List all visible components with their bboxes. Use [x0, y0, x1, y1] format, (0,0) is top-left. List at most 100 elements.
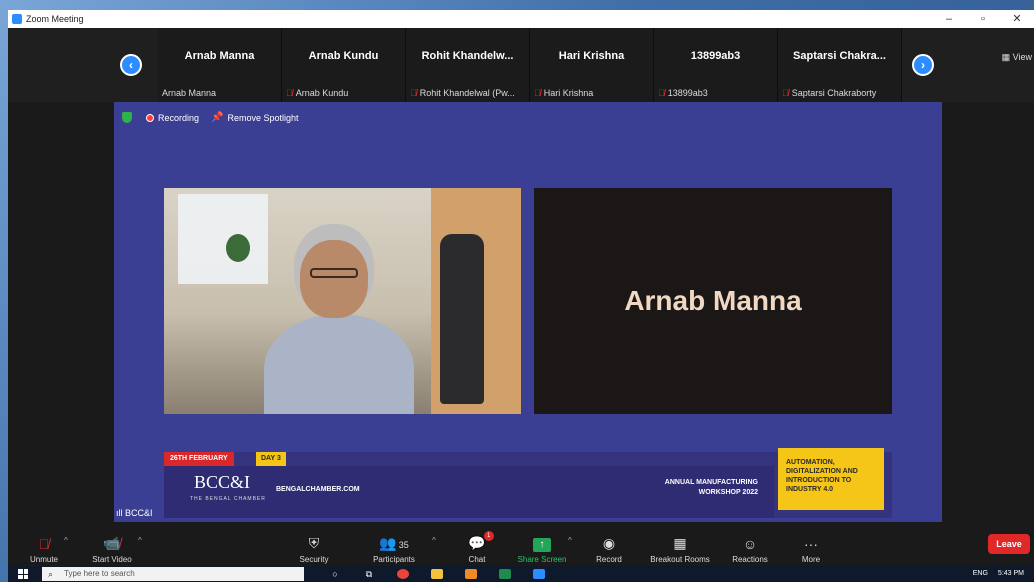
stage-status-bar: Recording 📌 Remove Spotlight [122, 112, 299, 123]
windows-taskbar: ⌕ Type here to search ○ ⧉ ENG 5:43 PM [8, 566, 1034, 582]
taskbar-search-input[interactable]: ⌕ Type here to search [42, 567, 304, 581]
maximize-button[interactable]: ▫ [966, 10, 1000, 28]
excel-icon[interactable] [488, 567, 522, 581]
security-shield-icon[interactable] [122, 112, 132, 123]
clock[interactable]: 5:43 PM [998, 566, 1024, 582]
chat-label: Chat [468, 555, 486, 564]
thumbnail-label: Arnab Manna [162, 88, 277, 98]
participant-strip: ‹ Arnab Manna Arnab Manna Arnab Kundu 🎙̸… [8, 28, 1034, 102]
participants-icon: 👥 35 [379, 535, 409, 551]
audio-options-chevron-icon[interactable]: ^ [64, 536, 68, 545]
participant-thumbnail[interactable]: Saptarsi Chakra... 🎙̸ Saptarsi Chakrabort… [778, 28, 902, 102]
participant-thumbnail[interactable]: Arnab Kundu 🎙̸ Arnab Kundu [282, 28, 406, 102]
pin-icon: 📌 [211, 112, 224, 123]
room-window [178, 194, 268, 284]
thumbnail-name: Saptarsi Chakra... [793, 50, 886, 62]
thumbnail-name: Rohit Khandelw... [421, 50, 514, 62]
thumbnail-label: 🎙̸ Arnab Kundu [286, 88, 401, 98]
glasses [310, 268, 358, 278]
file-explorer-icon[interactable] [420, 567, 454, 581]
share-screen-label: Share Screen [517, 555, 567, 564]
participant-thumbnail[interactable]: 13899ab3 🎙̸ 13899ab3 [654, 28, 778, 102]
start-video-label: Start Video [92, 555, 132, 564]
thumbnail-label: 🎙̸ Rohit Khandelwal (Pw... [410, 88, 525, 98]
participant-thumbnail[interactable]: Rohit Khandelw... 🎙̸ Rohit Khandelwal (Pw… [406, 28, 530, 102]
mic-muted-icon: 🎙̸ [658, 88, 665, 98]
mic-muted-icon: 🎙̸ [410, 88, 417, 98]
view-button[interactable]: ▦ View [1002, 52, 1032, 63]
prev-page-arrow-icon[interactable]: ‹ [120, 54, 142, 76]
unmute-button[interactable]: 🎙̸ Unmute [22, 526, 66, 566]
reactions-icon: ☺ [742, 536, 758, 552]
more-label: More [801, 555, 821, 564]
hanging-coat [440, 234, 484, 404]
thumbnail-label-text: Rohit Khandelwal (Pw... [419, 88, 515, 98]
thumbnail-label-text: Arnab Manna [162, 88, 217, 98]
share-screen-button[interactable]: ↑ Share Screen [514, 526, 570, 566]
thumbnail-label-text: Saptarsi Chakraborty [791, 88, 877, 98]
reactions-label: Reactions [732, 555, 768, 564]
thumbnail-name: 13899ab3 [690, 50, 741, 62]
recording-label[interactable]: Recording [158, 113, 199, 123]
banner-body: BCC&I THE BENGAL CHAMBER BENGALCHAMBER.C… [164, 466, 774, 518]
signal-text: BCC&I [125, 508, 153, 518]
cortana-icon[interactable]: ○ [318, 567, 352, 581]
speaker-video-tile[interactable] [164, 188, 521, 414]
system-tray: ENG 5:43 PM [973, 566, 1024, 582]
chat-badge: 1 [483, 531, 494, 541]
share-options-chevron-icon[interactable]: ^ [568, 536, 572, 545]
participants-button[interactable]: 👥 35 Participants [366, 526, 422, 566]
video-off-icon: 📹̸ [103, 535, 121, 551]
record-label: Record [596, 555, 622, 564]
shield-icon: ⛨ [308, 535, 320, 551]
reactions-button[interactable]: ☺ Reactions [728, 526, 772, 566]
breakout-rooms-icon: ▦ [673, 535, 687, 551]
zoom-window: Zoom Meeting – ▫ ✕ ‹ Arnab Manna Arnab M… [8, 10, 1034, 582]
chat-icon: 💬 1 [468, 531, 494, 552]
start-video-button[interactable]: 📹̸ Start Video [88, 526, 136, 566]
windows-start-icon[interactable] [18, 569, 28, 579]
language-indicator[interactable]: ENG [973, 566, 988, 582]
meeting-toolbar: 🎙̸ Unmute ^ 📹̸ Start Video ^ ⛨ Security … [8, 526, 1034, 566]
chrome-icon[interactable] [386, 567, 420, 581]
person-head [300, 240, 368, 318]
speaker-name-tile[interactable]: Arnab Manna [534, 188, 892, 414]
thumbnail-name: Arnab Kundu [308, 50, 379, 62]
more-button[interactable]: ··· More [796, 526, 826, 566]
taskbar-apps: ○ ⧉ [318, 567, 556, 581]
share-screen-icon: ↑ [533, 538, 551, 552]
zoom-taskbar-icon[interactable] [522, 567, 556, 581]
thumbnail-label: 🎙̸ 13899ab3 [658, 88, 773, 98]
video-options-chevron-icon[interactable]: ^ [138, 536, 142, 545]
workshop-label: ANNUAL MANUFACTURING WORKSHOP 2022 [628, 478, 758, 498]
search-placeholder: Type here to search [64, 569, 135, 578]
security-button[interactable]: ⛨ Security [294, 526, 334, 566]
outlook-icon[interactable] [454, 567, 488, 581]
participants-options-chevron-icon[interactable]: ^ [432, 536, 436, 545]
more-icon: ··· [804, 536, 818, 552]
breakout-rooms-button[interactable]: ▦ Breakout Rooms [644, 526, 716, 566]
mic-muted-icon: 🎙̸ [286, 88, 293, 98]
participant-thumbnail[interactable]: Hari Krishna 🎙̸ Hari Krishna [530, 28, 654, 102]
person-body [264, 314, 414, 414]
window-controls: – ▫ ✕ [932, 10, 1034, 28]
thumbnail-label-text: Hari Krishna [543, 88, 594, 98]
mic-off-icon: 🎙̸ [38, 536, 50, 552]
mic-muted-icon: 🎙̸ [534, 88, 541, 98]
unmute-label: Unmute [29, 555, 58, 564]
close-button[interactable]: ✕ [1000, 10, 1034, 28]
record-button[interactable]: ◉ Record [592, 526, 626, 566]
signal-label: ıll BCC&I [116, 508, 153, 518]
minimize-button[interactable]: – [932, 10, 966, 28]
thumbnail-label-text: 13899ab3 [667, 88, 708, 98]
chat-button[interactable]: 💬 1 Chat [462, 526, 494, 566]
next-page-arrow-icon[interactable]: › [912, 54, 934, 76]
task-view-icon[interactable]: ⧉ [352, 567, 386, 581]
participant-thumbnail[interactable]: Arnab Manna Arnab Manna [158, 28, 282, 102]
thumbnail-label-text: Arnab Kundu [295, 88, 349, 98]
participants-label: Participants [373, 555, 415, 564]
zoom-app-icon [12, 14, 22, 24]
remove-spotlight-button[interactable]: Remove Spotlight [227, 113, 298, 123]
thumbnail-label: 🎙̸ Hari Krishna [534, 88, 649, 98]
leave-button[interactable]: Leave [988, 534, 1030, 554]
